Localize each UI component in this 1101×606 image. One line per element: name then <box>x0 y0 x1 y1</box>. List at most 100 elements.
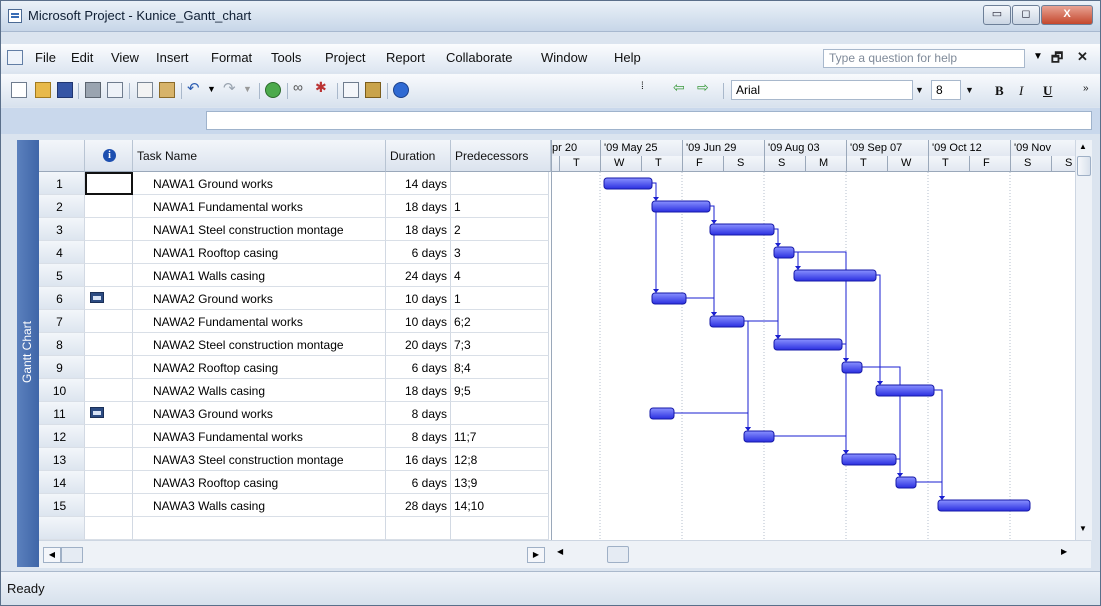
task-bar[interactable] <box>603 177 653 190</box>
task-name-cell[interactable]: NAWA1 Steel construction montage <box>133 218 386 241</box>
predecessors-cell[interactable] <box>451 402 549 425</box>
predecessors-cell[interactable]: 2 <box>451 218 549 241</box>
task-name-cell[interactable]: NAWA3 Steel construction montage <box>133 448 386 471</box>
scroll-down-icon[interactable]: ▼ <box>1079 524 1087 533</box>
predecessors-cell[interactable]: 7;3 <box>451 333 549 356</box>
entry-field-input[interactable] <box>206 111 1092 130</box>
undo-icon[interactable]: ↶ <box>187 79 203 97</box>
row-id-cell[interactable]: 2 <box>39 195 85 218</box>
dependency-link[interactable] <box>934 389 943 500</box>
menu-report[interactable]: Report <box>386 50 425 65</box>
task-bar[interactable] <box>875 384 935 397</box>
task-name-column-header[interactable]: Task Name <box>133 140 386 172</box>
menu-insert[interactable]: Insert <box>156 50 189 65</box>
row-id-cell[interactable]: 15 <box>39 494 85 517</box>
help-search-input[interactable]: Type a question for help <box>823 49 1025 68</box>
task-name-cell[interactable]: NAWA3 Fundamental works <box>133 425 386 448</box>
restore-document-icon[interactable]: 🗗 <box>1051 49 1063 71</box>
menu-collaborate[interactable]: Collaborate <box>446 50 513 65</box>
undo-dropdown-icon[interactable]: ▼ <box>207 84 223 100</box>
close-document-icon[interactable]: ✕ <box>1077 49 1088 65</box>
dependency-link[interactable] <box>862 366 881 385</box>
duration-cell[interactable]: 10 days <box>386 287 451 310</box>
new-icon[interactable] <box>11 82 27 98</box>
table-scroll-thumb[interactable] <box>61 547 83 563</box>
task-bar[interactable] <box>649 407 675 420</box>
task-bar[interactable] <box>743 430 775 443</box>
row-id-cell[interactable]: 11 <box>39 402 85 425</box>
font-size-dropdown-icon[interactable]: ▼ <box>965 85 974 95</box>
predecessors-cell[interactable]: 13;9 <box>451 471 549 494</box>
minimize-button[interactable]: ▭ <box>983 5 1011 25</box>
scroll-right-icon[interactable]: ▶ <box>527 547 545 563</box>
gantt-scroll-thumb[interactable] <box>607 546 629 563</box>
table-row[interactable]: 14 NAWA3 Rooftop casing 6 days 13;9 <box>39 471 549 494</box>
gantt-horizontal-scrollbar[interactable]: ◀ ▶ <box>551 540 1091 568</box>
dependency-link[interactable] <box>916 481 943 500</box>
open-icon[interactable] <box>35 82 51 98</box>
task-information-icon[interactable] <box>343 82 359 98</box>
dependency-link[interactable] <box>876 274 881 385</box>
task-name-cell[interactable]: NAWA2 Walls casing <box>133 379 386 402</box>
help-dropdown-icon[interactable]: ▼ <box>1033 51 1043 62</box>
menu-help[interactable]: Help <box>614 50 641 65</box>
font-size-select[interactable]: 8 <box>931 80 961 100</box>
duration-cell[interactable]: 18 days <box>386 379 451 402</box>
predecessors-cell[interactable]: 8;4 <box>451 356 549 379</box>
task-name-cell[interactable]: NAWA3 Rooftop casing <box>133 471 386 494</box>
print-icon[interactable] <box>85 82 101 98</box>
predecessors-cell[interactable]: 6;2 <box>451 310 549 333</box>
table-row[interactable]: 9 NAWA2 Rooftop casing 6 days 8;4 <box>39 356 549 379</box>
scroll-back-icon[interactable]: ⇦ <box>673 79 689 95</box>
indicator-cell[interactable] <box>85 333 133 356</box>
task-name-cell[interactable]: NAWA2 Fundamental works <box>133 310 386 333</box>
indicator-cell[interactable] <box>85 287 133 310</box>
task-bar[interactable] <box>709 223 775 236</box>
task-bar[interactable] <box>709 315 745 328</box>
indicator-cell[interactable] <box>85 241 133 264</box>
predecessors-cell[interactable]: 1 <box>451 287 549 310</box>
vertical-scroll-thumb[interactable] <box>1077 156 1091 176</box>
dependency-link[interactable] <box>744 320 779 339</box>
task-name-cell[interactable]: NAWA3 Ground works <box>133 402 386 425</box>
gantt-chart[interactable]: pr 20'09 May 25'09 Jun 29'09 Aug 03'09 S… <box>551 140 1076 540</box>
menu-window[interactable]: Window <box>541 50 587 65</box>
unlink-tasks-icon[interactable]: ✱ <box>315 79 331 95</box>
duration-cell[interactable]: 6 days <box>386 241 451 264</box>
table-row[interactable]: 1 NAWA1 Ground works 14 days <box>39 172 549 195</box>
task-name-cell[interactable]: NAWA2 Ground works <box>133 287 386 310</box>
redo-dropdown-icon[interactable]: ▼ <box>243 84 259 100</box>
row-id-cell[interactable]: 12 <box>39 425 85 448</box>
scroll-up-icon[interactable]: ▲ <box>1079 142 1087 151</box>
document-menu-icon[interactable] <box>7 50 23 65</box>
predecessors-cell[interactable]: 11;7 <box>451 425 549 448</box>
table-row[interactable]: 6 NAWA2 Ground works 10 days 1 <box>39 287 549 310</box>
notes-icon[interactable] <box>365 82 381 98</box>
dependency-link[interactable] <box>774 435 847 454</box>
help-icon[interactable] <box>393 82 409 98</box>
duration-cell[interactable]: 6 days <box>386 471 451 494</box>
duration-cell[interactable]: 28 days <box>386 494 451 517</box>
view-bar[interactable]: Gantt Chart <box>17 140 39 567</box>
table-row[interactable]: 4 NAWA1 Rooftop casing 6 days 3 <box>39 241 549 264</box>
title-bar[interactable]: Microsoft Project - Kunice_Gantt_chart ▭… <box>1 1 1100 32</box>
indicator-cell[interactable] <box>85 471 133 494</box>
row-id-cell[interactable]: 4 <box>39 241 85 264</box>
table-horizontal-scrollbar[interactable]: ◀ ▶ <box>39 540 551 568</box>
task-name-cell[interactable]: NAWA1 Rooftop casing <box>133 241 386 264</box>
table-row[interactable]: 2 NAWA1 Fundamental works 18 days 1 <box>39 195 549 218</box>
scroll-forward-icon[interactable]: ⇨ <box>697 79 713 95</box>
copy-icon[interactable] <box>137 82 153 98</box>
task-bar[interactable] <box>651 292 687 305</box>
indicator-cell[interactable] <box>85 402 133 425</box>
dependency-link[interactable] <box>686 297 715 316</box>
duration-cell[interactable]: 8 days <box>386 402 451 425</box>
menu-edit[interactable]: Edit <box>71 50 93 65</box>
bold-button[interactable]: B <box>995 83 1004 99</box>
duration-cell[interactable]: 10 days <box>386 310 451 333</box>
empty-cell[interactable] <box>39 517 85 540</box>
predecessors-cell[interactable]: 9;5 <box>451 379 549 402</box>
menu-file[interactable]: File <box>35 50 56 65</box>
task-name-cell[interactable]: NAWA1 Ground works <box>133 172 386 195</box>
row-id-cell[interactable]: 5 <box>39 264 85 287</box>
